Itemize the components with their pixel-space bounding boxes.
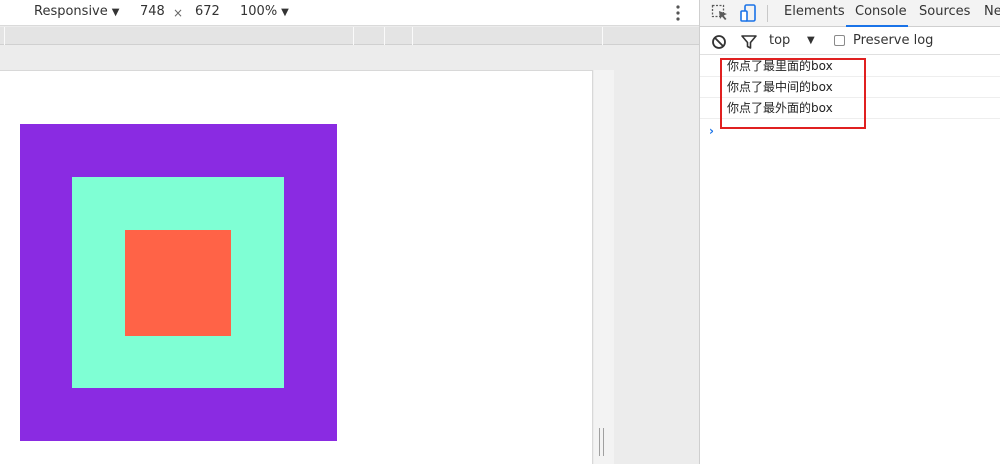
ruler-divider bbox=[412, 27, 413, 45]
resize-grip-line bbox=[599, 428, 600, 456]
page-viewport bbox=[0, 70, 593, 464]
width-input[interactable]: 748 bbox=[140, 4, 165, 19]
resize-grip-line bbox=[603, 428, 604, 456]
clear-console-icon[interactable] bbox=[709, 32, 729, 52]
chevron-down-icon: ▼ bbox=[111, 7, 120, 18]
ruler-divider bbox=[602, 27, 603, 45]
times-icon: × bbox=[173, 6, 184, 20]
devtools-panel: Elements Console Sources Ne top ▼ Preser… bbox=[699, 0, 1000, 464]
media-query-ruler[interactable] bbox=[0, 27, 699, 45]
tab-elements[interactable]: Elements bbox=[784, 4, 845, 19]
height-input[interactable]: 672 bbox=[195, 4, 220, 19]
context-select[interactable]: top bbox=[769, 33, 790, 48]
tab-sources[interactable]: Sources bbox=[919, 4, 970, 19]
console-toolbar: top ▼ Preserve log bbox=[700, 28, 1000, 55]
chevron-down-icon: ▼ bbox=[281, 7, 289, 18]
device-select[interactable]: Responsive ▼ bbox=[34, 4, 119, 19]
preserve-log-checkbox[interactable] bbox=[834, 35, 845, 46]
ruler-divider bbox=[384, 27, 385, 45]
toolbar-divider bbox=[767, 5, 768, 22]
active-tab-indicator bbox=[846, 25, 908, 27]
console-message: 你点了最外面的box bbox=[700, 98, 1000, 119]
device-toggle-icon[interactable] bbox=[738, 3, 758, 23]
console-message: 你点了最里面的box bbox=[700, 56, 1000, 77]
more-options-icon[interactable] bbox=[674, 4, 682, 22]
console-prompt-icon[interactable]: › bbox=[709, 124, 714, 138]
preserve-log-label: Preserve log bbox=[853, 33, 934, 48]
tab-network[interactable]: Ne bbox=[984, 4, 1000, 19]
ruler-divider bbox=[4, 27, 5, 45]
outer-box[interactable] bbox=[20, 124, 337, 441]
ruler-divider bbox=[353, 27, 354, 45]
inner-box[interactable] bbox=[125, 230, 231, 336]
resize-handle[interactable] bbox=[599, 428, 605, 456]
zoom-select[interactable]: 100% ▼ bbox=[240, 4, 289, 19]
device-emulation-area: Responsive ▼ 748 × 672 100% ▼ bbox=[0, 0, 699, 464]
filter-icon[interactable] bbox=[739, 32, 759, 52]
resize-gutter bbox=[594, 70, 614, 464]
devtools-tab-bar: Elements Console Sources Ne bbox=[700, 0, 1000, 27]
tab-console[interactable]: Console bbox=[855, 4, 907, 19]
device-toolbar: Responsive ▼ 748 × 672 100% ▼ bbox=[0, 0, 699, 26]
console-log: 你点了最里面的box 你点了最中间的box 你点了最外面的box › bbox=[700, 56, 1000, 138]
zoom-select-label: 100% bbox=[240, 4, 278, 19]
middle-box[interactable] bbox=[72, 177, 284, 388]
device-select-label: Responsive bbox=[34, 4, 108, 19]
chevron-down-icon[interactable]: ▼ bbox=[807, 35, 815, 46]
console-message: 你点了最中间的box bbox=[700, 77, 1000, 98]
inspect-element-icon[interactable] bbox=[710, 3, 730, 23]
